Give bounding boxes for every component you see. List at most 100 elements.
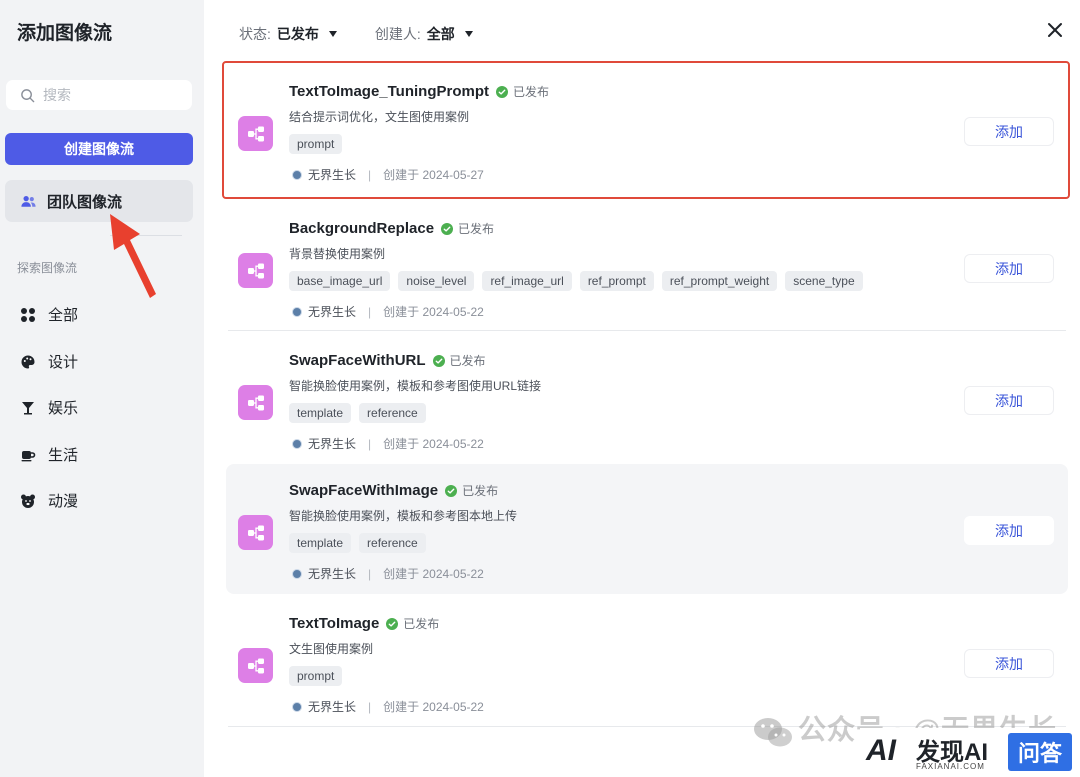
workflow-icon — [247, 126, 264, 141]
author-name: 无界生长 — [308, 700, 357, 714]
sidebar-item-life[interactable]: 生活 — [20, 444, 78, 465]
flow-title: SwapFaceWithImage — [289, 482, 439, 499]
status-filter[interactable]: 状态: 已发布 — [239, 24, 337, 44]
flow-icon — [238, 116, 273, 151]
flow-description: 智能换脸使用案例，模板和参考图本地上传 — [289, 509, 518, 523]
workflow-icon — [247, 525, 264, 540]
workflow-icon — [247, 395, 264, 410]
status-text: 已发布 — [462, 484, 499, 498]
status-badge: 已发布 — [441, 220, 494, 237]
sidebar-item-design[interactable]: 设计 — [20, 351, 78, 372]
filter-bar: 状态: 已发布 创建人: 全部 — [239, 24, 473, 44]
flow-meta: 无界生长 | 创建于 2024-05-22 — [292, 698, 484, 715]
tag-list: prompt — [289, 666, 343, 686]
search-box[interactable] — [6, 80, 192, 110]
param-tag: template — [289, 403, 352, 423]
image-flow-card[interactable]: TextToImage_TuningPrompt 已发布 结合提示词优化，文生图使用… — [222, 61, 1070, 199]
flow-name: TextToImage_TuningPrompt 已发布 — [289, 83, 549, 100]
workflow-icon — [247, 658, 264, 673]
meta-separator: | — [368, 699, 372, 714]
created-date: 创建于 2024-05-22 — [383, 567, 484, 581]
param-tag: template — [289, 533, 352, 553]
meta-separator: | — [368, 436, 372, 451]
created-date: 创建于 2024-05-22 — [383, 305, 484, 319]
workflow-icon — [247, 263, 264, 278]
check-circle-icon — [432, 354, 445, 367]
param-tag: reference — [359, 533, 426, 553]
flow-name: TextToImage 已发布 — [289, 615, 439, 632]
add-button[interactable]: 添加 — [964, 649, 1054, 678]
sidebar-item-label: 设计 — [48, 354, 79, 371]
status-text: 已发布 — [513, 85, 550, 99]
brand-badge: AI 发现AI FAXIANAI.COM 问答 — [860, 728, 1080, 777]
status-badge: 已发布 — [496, 83, 549, 100]
flow-description: 智能换脸使用案例，模板和参考图使用URL链接 — [289, 379, 542, 393]
avatar — [292, 438, 302, 449]
check-circle-icon — [496, 85, 509, 98]
flow-icon — [238, 385, 273, 420]
cocktail-icon — [22, 401, 34, 414]
close-icon[interactable] — [1045, 20, 1065, 40]
status-text: 已发布 — [403, 617, 440, 631]
avatar — [292, 306, 302, 317]
flow-icon — [238, 253, 273, 288]
filter-value: 已发布 — [276, 26, 319, 42]
flow-name: SwapFaceWithImage 已发布 — [289, 482, 498, 499]
sidebar-item-label: 动漫 — [48, 493, 79, 510]
section-label: 探索图像流 — [17, 261, 78, 275]
avatar — [292, 568, 302, 579]
sidebar-item-anime[interactable]: 动漫 — [20, 490, 78, 511]
filter-label: 创建人: — [374, 26, 421, 42]
flow-title: SwapFaceWithURL — [289, 352, 426, 369]
created-date: 创建于 2024-05-22 — [383, 437, 484, 451]
status-badge: 已发布 — [432, 352, 486, 369]
card-divider — [228, 330, 1066, 331]
flow-name: SwapFaceWithURL 已发布 — [289, 352, 486, 369]
flow-meta: 无界生长 | 创建于 2024-05-22 — [292, 303, 484, 320]
flow-meta: 无界生长 | 创建于 2024-05-22 — [292, 565, 484, 582]
param-tag: ref_prompt — [579, 271, 654, 291]
search-icon — [21, 88, 35, 102]
param-tag: base_image_url — [289, 271, 391, 291]
param-tag: ref_prompt_weight — [661, 271, 778, 291]
flow-description: 结合提示词优化，文生图使用案例 — [289, 110, 470, 124]
image-flow-card[interactable]: SwapFaceWithURL 已发布智能换脸使用案例，模板和参考图使用URL链接… — [226, 334, 1068, 464]
meta-separator: | — [368, 167, 372, 182]
coffee-cup-icon — [21, 450, 36, 461]
creator-filter[interactable]: 创建人: 全部 — [375, 24, 473, 44]
sidebar-item-label: 团队图像流 — [47, 193, 123, 211]
dialog-title: 添加图像流 — [17, 23, 113, 44]
status-badge: 已发布 — [445, 482, 498, 499]
author-name: 无界生长 — [308, 305, 357, 319]
tag-list: template reference — [289, 533, 426, 553]
sidebar-item-label: 生活 — [48, 447, 79, 464]
image-flow-card[interactable]: SwapFaceWithImage 已发布智能换脸使用案例，模板和参考图本地上传 t… — [226, 464, 1068, 594]
meta-separator: | — [368, 566, 372, 581]
sidebar-item-label: 全部 — [48, 307, 79, 324]
meta-separator: | — [368, 304, 372, 319]
param-tag: scene_type — [785, 271, 863, 291]
caret-down-icon — [328, 31, 337, 37]
author-name: 无界生长 — [308, 567, 357, 581]
add-button[interactable]: 添加 — [964, 254, 1054, 283]
sidebar-item-all[interactable]: 全部 — [20, 304, 78, 325]
create-image-flow-button[interactable]: 创建图像流 — [5, 133, 193, 165]
sidebar-item-team-flows[interactable]: 团队图像流 — [5, 180, 193, 222]
search-input[interactable] — [43, 87, 183, 103]
flow-meta: 无界生长 | 创建于 2024-05-27 — [292, 166, 484, 183]
add-button[interactable]: 添加 — [964, 386, 1054, 415]
status-badge: 已发布 — [386, 615, 439, 632]
flow-meta: 无界生长 | 创建于 2024-05-22 — [292, 435, 484, 452]
caret-down-icon — [464, 31, 473, 37]
param-tag: prompt — [289, 666, 343, 686]
add-button[interactable]: 添加 — [964, 117, 1054, 146]
sidebar-item-entertainment[interactable]: 娱乐 — [20, 397, 78, 418]
add-button[interactable]: 添加 — [964, 516, 1054, 545]
grid-icon — [21, 307, 35, 322]
tag-list: prompt — [289, 134, 343, 154]
sidebar-item-label: 娱乐 — [48, 400, 79, 417]
image-flow-card[interactable]: BackgroundReplace 已发布 背景替换使用案例 base_image_u… — [226, 202, 1068, 332]
brand-qa: 问答 — [1008, 733, 1072, 771]
param-tag: prompt — [289, 134, 343, 154]
avatar — [292, 169, 302, 180]
